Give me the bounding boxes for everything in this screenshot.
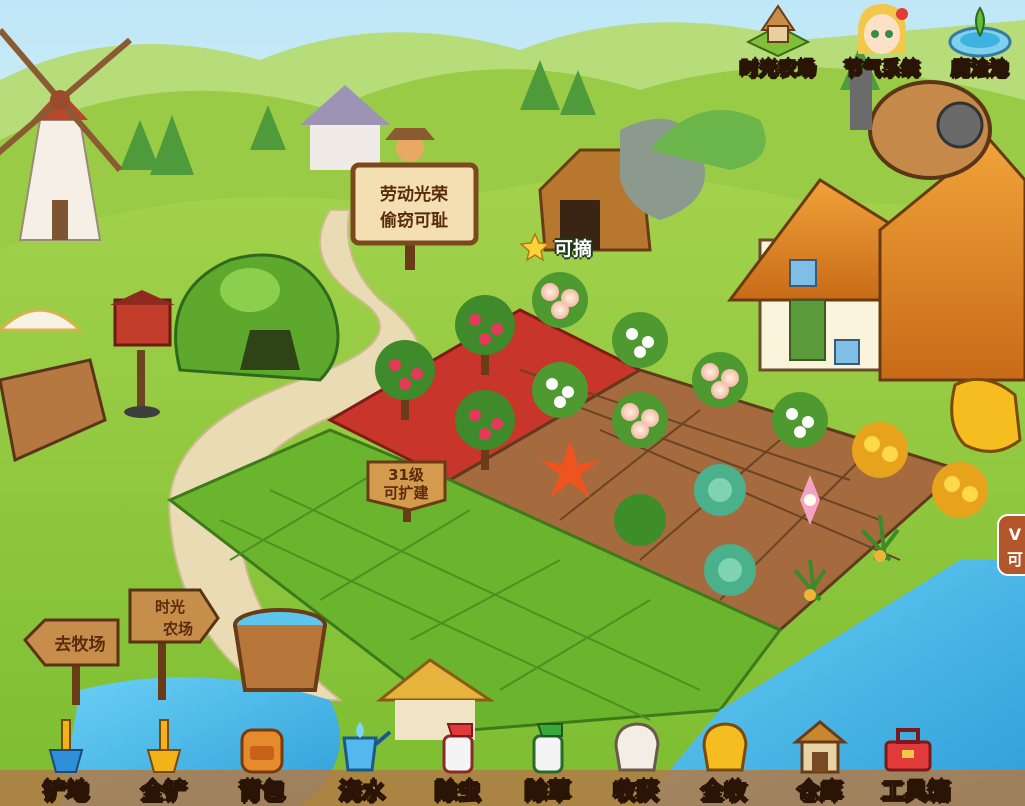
backpack-icon (240, 728, 284, 774)
toolbar-water-label: 浇水 (339, 779, 386, 806)
pick-available-tag[interactable]: 可摘 (520, 232, 592, 262)
magic-pool-icon (948, 6, 1012, 58)
top-menu-magic-pool-label: 魔法池 (951, 58, 1009, 81)
top-menu-time-farm-button[interactable]: 时光农场 (730, 0, 826, 82)
toolbar-pest-button[interactable]: 除虫 (418, 710, 498, 806)
toolbox-icon (884, 728, 932, 772)
time-farm-icon (745, 4, 811, 58)
time-farm-sign-line2: 农场 (162, 620, 193, 638)
toolbar-harvest-button[interactable]: 收获 (596, 710, 676, 806)
expand-sign-text: 可扩建 (383, 484, 429, 502)
toolbar-all-shovel-label: 全铲 (141, 779, 188, 806)
star-icon (520, 232, 550, 262)
harvest-all-hand-icon (702, 722, 748, 772)
top-menu-solar-term-label: 节气系统 (843, 58, 920, 81)
toolbar-all-shovel-button[interactable]: 全铲 (124, 710, 204, 806)
pesticide-spray-icon (442, 723, 474, 774)
toolbar-shovel-label: 铲地 (43, 779, 90, 806)
water-barrel (233, 608, 327, 692)
scarecrow-sign-line2: 偷窃可耻 (380, 210, 448, 231)
toolbar-water-button[interactable]: 浇水 (322, 710, 402, 806)
scarecrow-sign-line1: 劳动光荣 (380, 184, 448, 205)
right-edge-badge-bottom: 可 (1007, 550, 1023, 569)
toolbar-backpack-button[interactable]: 背包 (222, 710, 302, 806)
warehouse-icon (791, 720, 849, 774)
herbicide-spray-icon (532, 723, 564, 774)
toolbar-harvest-all-button[interactable]: 全收 (684, 710, 764, 806)
harvest-hand-icon (614, 722, 660, 772)
top-menu-magic-pool-button[interactable]: 魔法池 (932, 0, 1025, 82)
all-shovel-icon (146, 719, 182, 773)
top-menu-solar-term-button[interactable]: 节气系统 (834, 0, 930, 82)
toolbar-weed-label: 除草 (525, 779, 572, 806)
toolbar-warehouse-label: 仓库 (797, 779, 844, 806)
toolbar-warehouse-button[interactable]: 仓库 (780, 710, 860, 806)
solar-term-girl-icon (858, 4, 908, 54)
watering-can-icon (342, 722, 392, 772)
ranch-sign-label: 去牧场 (55, 634, 106, 655)
toolbar-toolbox-label: 工具箱 (881, 779, 951, 806)
toolbar-harvest-all-label: 全收 (701, 779, 748, 806)
right-edge-badge-top: V (1009, 525, 1022, 544)
shovel-icon (48, 719, 84, 773)
toolbar-weed-button[interactable]: 除草 (508, 710, 588, 806)
farm-scene: 劳动光荣 偷窃可耻 31级 可扩建 去牧场 时光 农场 V 可 (0, 0, 1025, 806)
expand-sign-level: 31级 (388, 466, 425, 484)
right-edge-badge: V 可 (997, 514, 1025, 576)
toolbar-harvest-label: 收获 (613, 779, 660, 806)
top-menu-time-farm-label: 时光农场 (739, 58, 816, 81)
toolbar-backpack-label: 背包 (239, 779, 286, 806)
toolbar-pest-label: 除虫 (435, 779, 482, 806)
toolbar-shovel-button[interactable]: 铲地 (26, 710, 106, 806)
pointing-hand-icon (950, 377, 1022, 453)
pick-available-label: 可摘 (554, 237, 593, 260)
time-farm-sign-line1: 时光 (155, 598, 185, 616)
toolbar-toolbox-button[interactable]: 工具箱 (868, 710, 964, 806)
